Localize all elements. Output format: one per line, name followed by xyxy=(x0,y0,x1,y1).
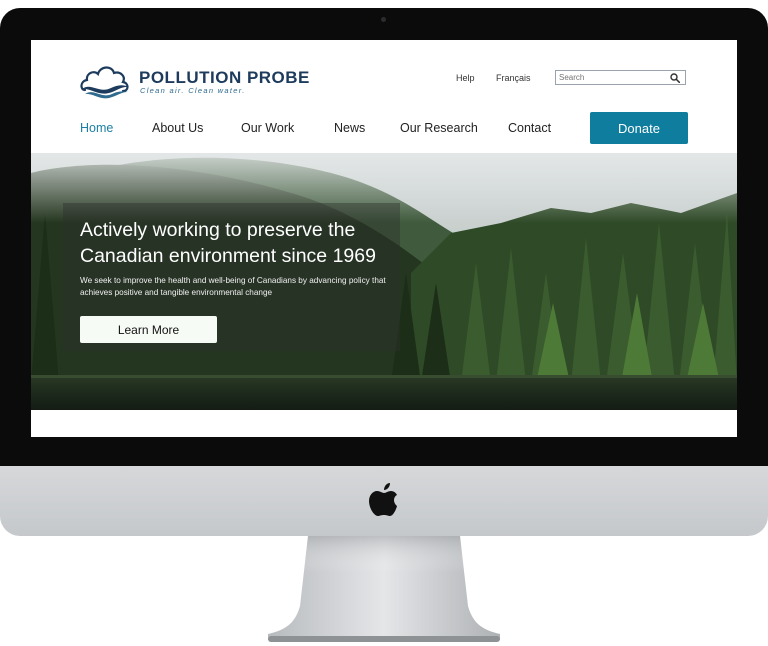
camera-icon xyxy=(381,17,386,22)
hero-title: Actively working to preserve the Canadia… xyxy=(80,219,376,267)
hero-subtitle: We seek to improve the health and well-b… xyxy=(80,276,386,297)
search-box[interactable] xyxy=(555,70,686,85)
site-logo[interactable]: POLLUTION PROBE Clean air. Clean water. xyxy=(79,60,309,100)
logo-cloud-icon xyxy=(80,66,129,99)
nav-item-our-work[interactable]: Our Work xyxy=(241,121,294,135)
search-input[interactable] xyxy=(559,71,664,84)
nav-item-contact[interactable]: Contact xyxy=(508,121,551,135)
website-screen: POLLUTION PROBE Clean air. Clean water. … xyxy=(31,40,737,437)
donate-button[interactable]: Donate xyxy=(590,112,688,144)
site-name: POLLUTION PROBE xyxy=(139,68,310,87)
apple-logo-icon xyxy=(369,483,397,516)
help-link[interactable]: Help xyxy=(456,73,475,83)
monitor-stand xyxy=(268,536,500,642)
language-toggle-link[interactable]: Français xyxy=(496,73,531,83)
learn-more-button[interactable]: Learn More xyxy=(80,316,217,343)
nav-item-our-research[interactable]: Our Research xyxy=(400,121,478,135)
nav-item-news[interactable]: News xyxy=(334,121,365,135)
site-tagline: Clean air. Clean water. xyxy=(140,86,246,95)
nav-item-home[interactable]: Home xyxy=(80,121,113,135)
search-icon[interactable] xyxy=(670,73,680,83)
nav-item-about-us[interactable]: About Us xyxy=(152,121,203,135)
